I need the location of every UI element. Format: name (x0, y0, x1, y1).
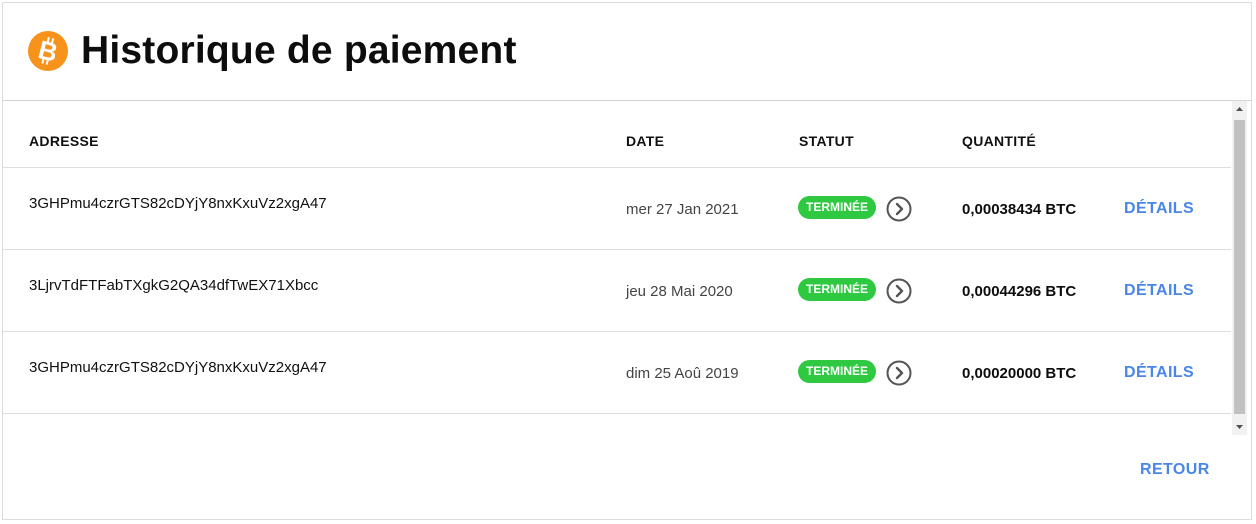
chevron-right-circle-icon[interactable] (886, 360, 912, 386)
details-link[interactable]: DÉTAILS (1124, 282, 1194, 300)
row-address: 3GHPmu4czrGTS82cDYjY8nxKxuVz2xgA47 (29, 359, 327, 376)
row-quantity: 0,00038434 BTC (962, 201, 1077, 218)
table-header: ADRESSE DATE STATUT QUANTITÉ (3, 101, 1231, 168)
table-row: 3LjrvTdFTFabTXgkG2QA34dfTwEX71Xbcc jeu 2… (3, 250, 1231, 332)
page-title: Historique de paiement (81, 29, 517, 72)
chevron-right-circle-icon[interactable] (886, 196, 912, 222)
table-row: 3GHPmu4czrGTS82cDYjY8nxKxuVz2xgA47 mer 2… (3, 168, 1231, 250)
scrollbar-thumb[interactable] (1234, 120, 1245, 414)
details-link[interactable]: DÉTAILS (1124, 200, 1194, 218)
chevron-right-circle-icon[interactable] (886, 278, 912, 304)
status-badge: TERMINÉE (798, 278, 877, 301)
table-row: 3GHPmu4czrGTS82cDYjY8nxKxuVz2xgA47 dim 2… (3, 332, 1231, 414)
dialog-header: B Historique de paiement (3, 3, 1251, 101)
bitcoin-icon: B (28, 31, 68, 71)
vertical-scrollbar[interactable] (1232, 101, 1247, 435)
column-header-date: DATE (626, 133, 665, 149)
row-date: mer 27 Jan 2021 (626, 201, 739, 218)
payment-history-dialog: B Historique de paiement ADRESSE DATE ST… (2, 2, 1252, 520)
status-badge: TERMINÉE (798, 360, 877, 383)
row-address: 3LjrvTdFTFabTXgkG2QA34dfTwEX71Xbcc (29, 277, 319, 294)
column-header-quantity: QUANTITÉ (962, 133, 1036, 149)
row-date: jeu 28 Mai 2020 (626, 283, 733, 300)
row-date: dim 25 Aoû 2019 (626, 365, 739, 382)
scroll-down-arrow-icon[interactable] (1232, 418, 1247, 435)
row-address: 3GHPmu4czrGTS82cDYjY8nxKxuVz2xgA47 (29, 195, 327, 212)
column-header-status: STATUT (799, 133, 854, 149)
payment-table: ADRESSE DATE STATUT QUANTITÉ 3GHPmu4czrG… (3, 101, 1247, 435)
scroll-up-arrow-icon[interactable] (1232, 101, 1247, 118)
row-quantity: 0,00044296 BTC (962, 283, 1077, 300)
row-quantity: 0,00020000 BTC (962, 365, 1077, 382)
status-badge: TERMINÉE (798, 196, 877, 219)
back-button[interactable]: RETOUR (1140, 461, 1210, 479)
column-header-address: ADRESSE (29, 133, 99, 149)
details-link[interactable]: DÉTAILS (1124, 364, 1194, 382)
